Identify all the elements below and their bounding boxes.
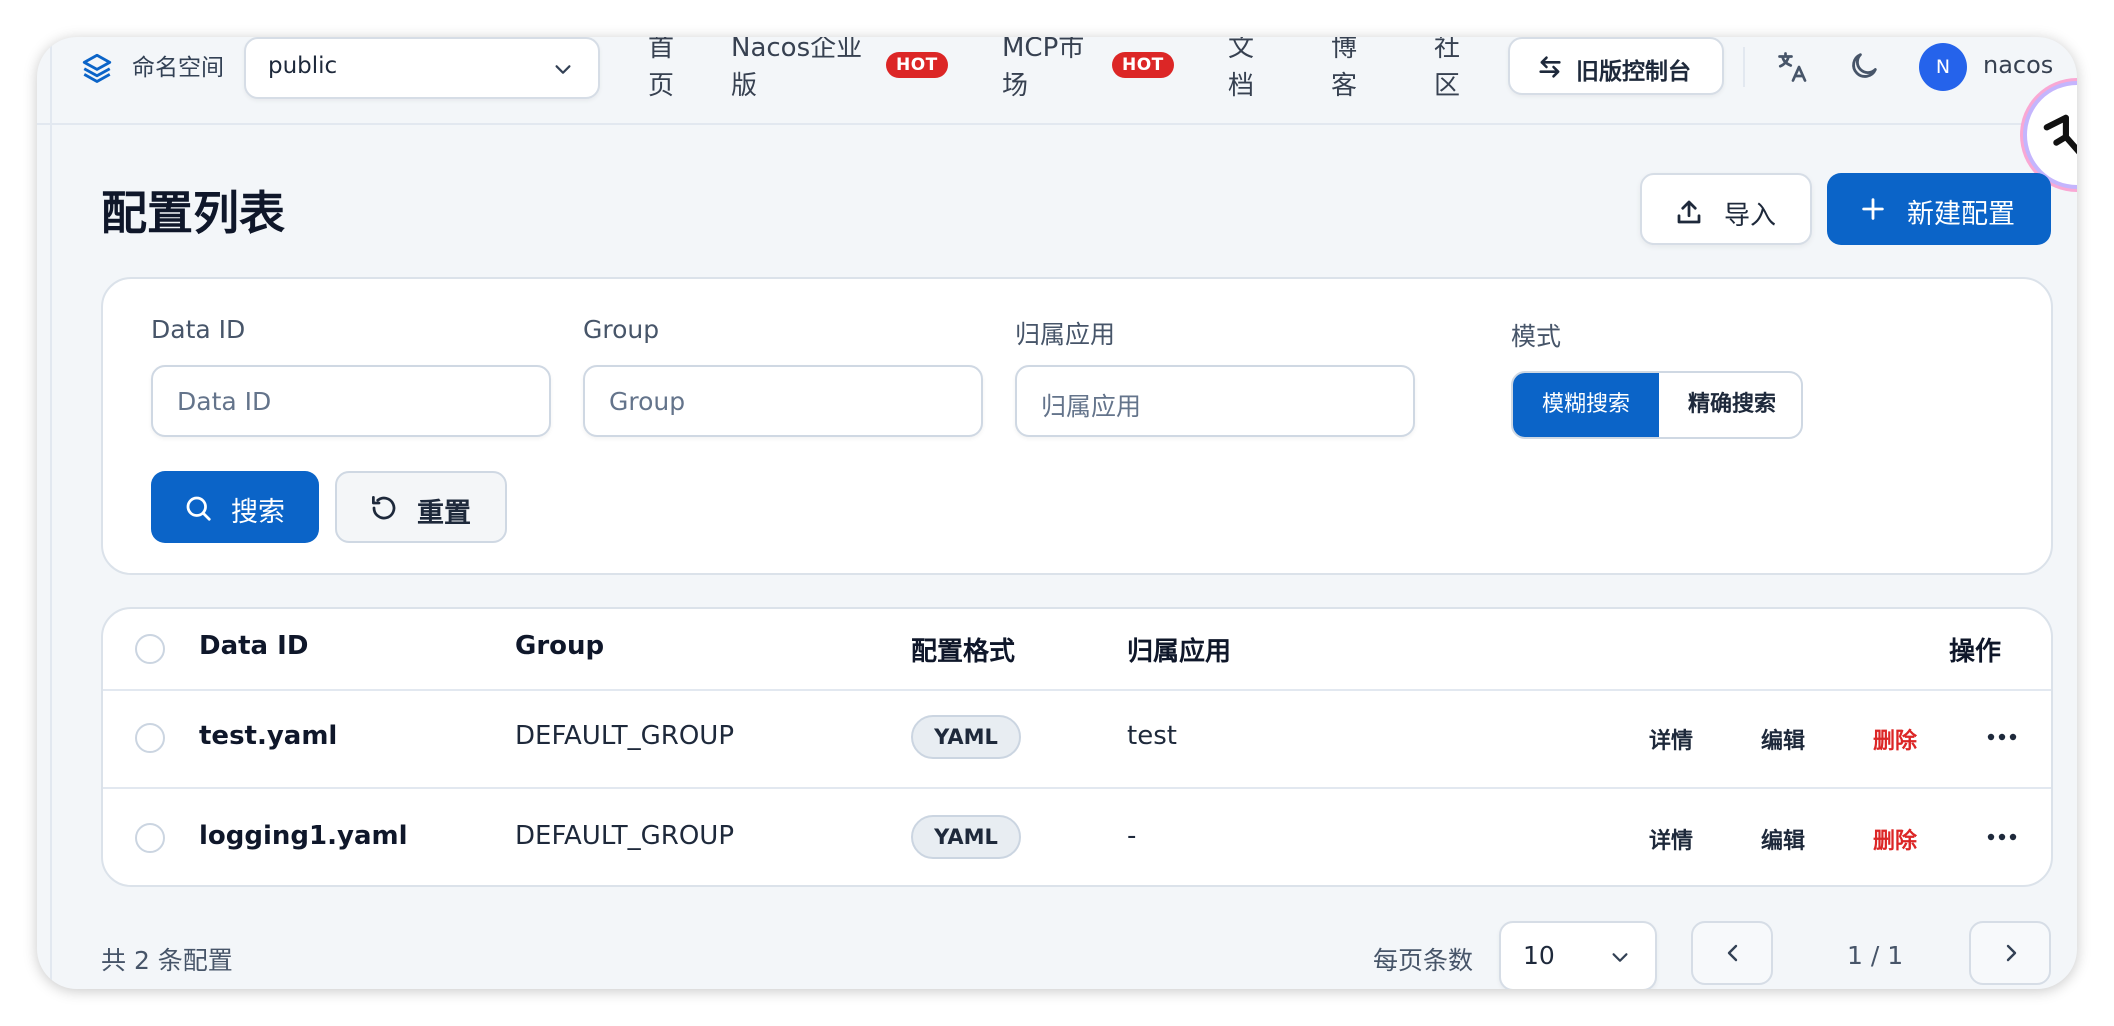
- mode-exact-button[interactable]: 精确搜索: [1659, 373, 1801, 437]
- namespace-value: public: [268, 53, 338, 79]
- col-data-id: Data ID: [199, 631, 309, 661]
- hot-badge-enterprise: HOT: [886, 52, 948, 78]
- data-id-placeholder: Data ID: [177, 387, 272, 416]
- format-badge: YAML: [911, 715, 1021, 759]
- row-checkbox[interactable]: [135, 723, 165, 753]
- col-group: Group: [515, 631, 605, 661]
- prev-page-button[interactable]: [1691, 921, 1773, 985]
- upload-icon: [1677, 200, 1701, 224]
- group-placeholder: Group: [609, 387, 686, 416]
- row-checkbox[interactable]: [135, 823, 165, 853]
- col-actions: 操作: [1949, 637, 2002, 667]
- layers-icon: [82, 53, 112, 83]
- mode-label: 模式: [1511, 322, 1562, 351]
- nav-home[interactable]: 首 页: [641, 37, 681, 105]
- next-page-button[interactable]: [1969, 921, 2051, 985]
- assistant-logo-icon: [2043, 114, 2077, 155]
- row-data-id[interactable]: logging1.yaml: [199, 821, 408, 851]
- more-icon[interactable]: [1987, 733, 2017, 741]
- config-table: Data ID Group 配置格式 归属应用 操作 test.yaml DEF…: [101, 607, 2053, 887]
- nav-mcp[interactable]: MCP市 场: [1002, 37, 1084, 105]
- data-id-input[interactable]: Data ID: [151, 365, 551, 437]
- per-page-select[interactable]: 10: [1499, 921, 1657, 989]
- app-window: 命名空间 public 首 页 Nacos企业 版 HOT MCP市 场 HOT…: [37, 37, 2077, 989]
- filter-card: Data ID Data ID Group Group 归属应用 归属应用 模式…: [101, 277, 2053, 575]
- row-app: -: [1127, 821, 1137, 851]
- row-group: DEFAULT_GROUP: [515, 721, 735, 751]
- plus-icon: [1862, 198, 1884, 220]
- mode-fuzzy-button[interactable]: 模糊搜索: [1513, 373, 1659, 437]
- row-app: test: [1127, 721, 1177, 751]
- top-header: 命名空间 public 首 页 Nacos企业 版 HOT MCP市 场 HOT…: [37, 37, 2077, 125]
- nav-blog[interactable]: 博 客: [1324, 37, 1364, 105]
- chevron-down-icon: [1612, 953, 1628, 962]
- detail-link[interactable]: 详情: [1649, 723, 1693, 755]
- reset-label: 重置: [417, 498, 471, 529]
- col-app: 归属应用: [1127, 637, 1232, 667]
- more-icon[interactable]: [1987, 833, 2017, 841]
- chevron-right-icon: [2006, 944, 2017, 962]
- app-input[interactable]: 归属应用: [1015, 365, 1415, 437]
- total-count: 共 2 条配置: [101, 946, 233, 975]
- format-badge: YAML: [911, 815, 1021, 859]
- table-row: test.yaml DEFAULT_GROUP YAML test 详情 编辑 …: [103, 689, 2051, 789]
- per-page-value: 10: [1523, 941, 1555, 970]
- edit-link[interactable]: 编辑: [1761, 723, 1805, 755]
- import-label: 导入: [1724, 201, 1777, 231]
- new-config-label: 新建配置: [1907, 199, 2015, 230]
- detail-link[interactable]: 详情: [1649, 823, 1693, 855]
- username[interactable]: nacos: [1983, 51, 2053, 79]
- page-indicator: 1 / 1: [1847, 941, 1904, 970]
- nav-enterprise[interactable]: Nacos企业 版: [731, 37, 862, 105]
- table-row: logging1.yaml DEFAULT_GROUP YAML - 详情 编辑…: [103, 789, 2051, 885]
- group-input[interactable]: Group: [583, 365, 983, 437]
- nav-docs[interactable]: 文 档: [1221, 37, 1261, 105]
- swap-icon: [1539, 56, 1561, 78]
- row-data-id[interactable]: test.yaml: [199, 721, 337, 751]
- old-console-label: 旧版控制台: [1576, 59, 1691, 85]
- page-title: 配置列表: [101, 186, 285, 240]
- namespace-select[interactable]: public: [244, 37, 600, 99]
- reset-button[interactable]: 重置: [335, 471, 507, 543]
- table-header-row: Data ID Group 配置格式 归属应用 操作: [103, 609, 2051, 691]
- search-label: 搜索: [231, 497, 285, 528]
- chevron-down-icon: [555, 65, 571, 74]
- row-group: DEFAULT_GROUP: [515, 821, 735, 851]
- header-divider: [1743, 47, 1745, 87]
- select-all-checkbox[interactable]: [135, 634, 165, 664]
- delete-link[interactable]: 删除: [1873, 823, 1917, 855]
- app-placeholder: 归属应用: [1041, 392, 1142, 421]
- chevron-left-icon: [1727, 944, 1738, 962]
- per-page-label: 每页条数: [1373, 946, 1474, 975]
- theme-moon-icon[interactable]: [1847, 49, 1881, 83]
- reset-icon: [372, 496, 396, 520]
- search-icon: [186, 496, 211, 521]
- avatar[interactable]: N: [1919, 43, 1967, 91]
- hot-badge-mcp: HOT: [1112, 52, 1174, 78]
- data-id-label: Data ID: [151, 315, 246, 344]
- import-button[interactable]: 导入: [1640, 173, 1812, 245]
- search-button[interactable]: 搜索: [151, 471, 319, 543]
- mode-toggle: 模糊搜索 精确搜索: [1511, 371, 1803, 439]
- group-label: Group: [583, 315, 660, 344]
- delete-link[interactable]: 删除: [1873, 723, 1917, 755]
- old-console-button[interactable]: 旧版控制台: [1508, 37, 1724, 95]
- edit-link[interactable]: 编辑: [1761, 823, 1805, 855]
- new-config-button[interactable]: 新建配置: [1827, 173, 2051, 245]
- nav-community[interactable]: 社 区: [1427, 37, 1467, 105]
- sidebar-edge: [50, 37, 52, 989]
- namespace-label: 命名空间: [132, 55, 224, 81]
- language-icon[interactable]: [1775, 49, 1811, 85]
- col-format: 配置格式: [911, 637, 1016, 667]
- app-label: 归属应用: [1015, 320, 1116, 349]
